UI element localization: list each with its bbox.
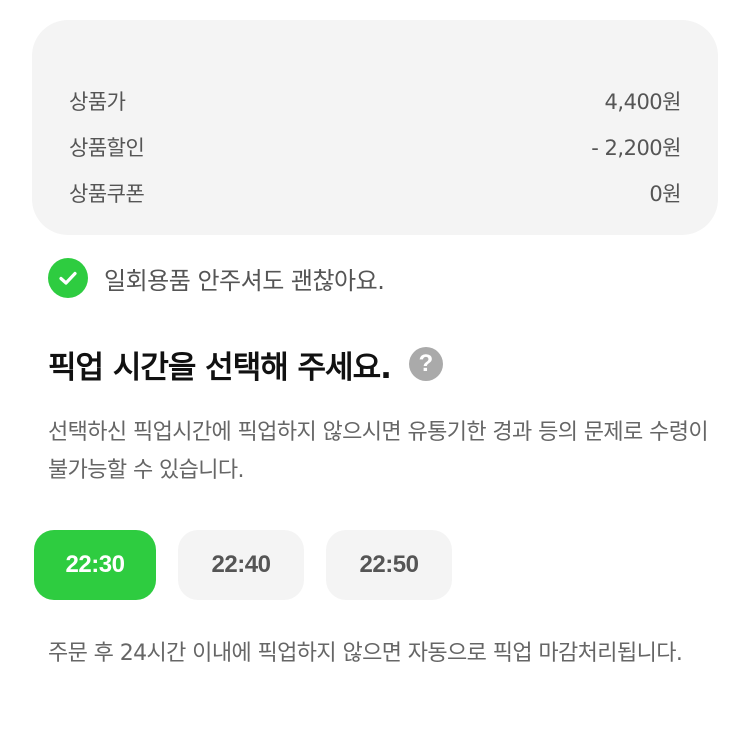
disposables-checkbox-label[interactable]: 일회용품 안주셔도 괜찮아요. xyxy=(104,261,385,296)
price-value: - 2,200원 xyxy=(591,136,681,160)
pickup-time-option-2240[interactable]: 22:40 xyxy=(178,530,304,600)
price-row-product-discount: 상품할인 - 2,200원 xyxy=(69,132,681,162)
question-circle-icon[interactable]: ? xyxy=(408,347,443,381)
price-row-product-coupon: 상품쿠폰 0원 xyxy=(69,178,681,208)
price-value: 4,400원 xyxy=(604,90,682,114)
price-summary-card: 상품가 4,400원 상품할인 - 2,200원 상품쿠폰 0원 xyxy=(32,20,718,235)
pickup-description: 선택하신 픽업시간에 픽업하지 않으시면 유통기한 경과 등의 문제로 수령이 … xyxy=(48,420,709,483)
pickup-time-option-2230[interactable]: 22:30 xyxy=(34,530,156,600)
price-label: 상품가 xyxy=(69,90,126,114)
pickup-time-option-2250[interactable]: 22:50 xyxy=(326,530,452,600)
price-label: 상품할인 xyxy=(69,136,145,160)
disposables-checkbox[interactable]: 일회용품 안주셔도 괜찮아요. xyxy=(48,258,385,298)
price-label: 상품쿠폰 xyxy=(69,182,145,206)
check-circle-icon[interactable] xyxy=(48,258,88,298)
price-value: 0원 xyxy=(649,182,681,206)
price-row-product-price: 상품가 4,400원 xyxy=(69,86,682,116)
pickup-time-options: 22:30 22:40 22:50 xyxy=(34,530,474,600)
pickup-auto-close-note: 주문 후 24시간 이내에 픽업하지 않으면 자동으로 픽업 마감처리됩니다. xyxy=(48,641,683,666)
pickup-section-header: 픽업 시간을 선택해 주세요. ? xyxy=(48,340,443,388)
pickup-section-title: 픽업 시간을 선택해 주세요. xyxy=(48,349,392,386)
page: 상품가 4,400원 상품할인 - 2,200원 상품쿠폰 0원 일회용품 안주… xyxy=(0,0,750,750)
